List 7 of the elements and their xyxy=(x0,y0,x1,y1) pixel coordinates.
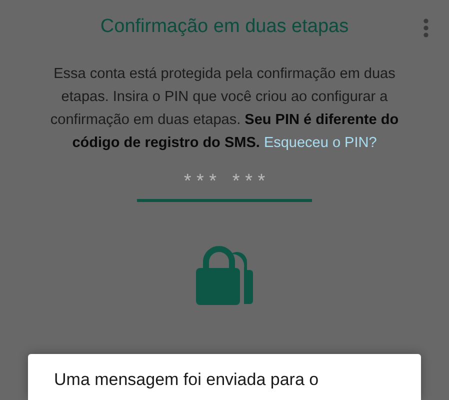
pin-field[interactable]: * * * * * * xyxy=(137,169,312,202)
padlock-icon xyxy=(194,246,256,306)
more-options-icon[interactable] xyxy=(423,18,429,38)
description-text: Essa conta está protegida pela confirmação em duas etapas. Insira o PIN que você criou ao configurar a confirmação em duas etapas. Seu PIN é diferente do código de registro do SMS. Esqueceu o PIN? xyxy=(49,65,400,153)
dialog-message: Uma mensagem foi enviada para o xyxy=(54,370,320,390)
screen-title: Confirmação em duas etapas xyxy=(100,16,349,38)
forgot-pin-link[interactable]: Esqueceu o PIN? xyxy=(264,135,377,151)
